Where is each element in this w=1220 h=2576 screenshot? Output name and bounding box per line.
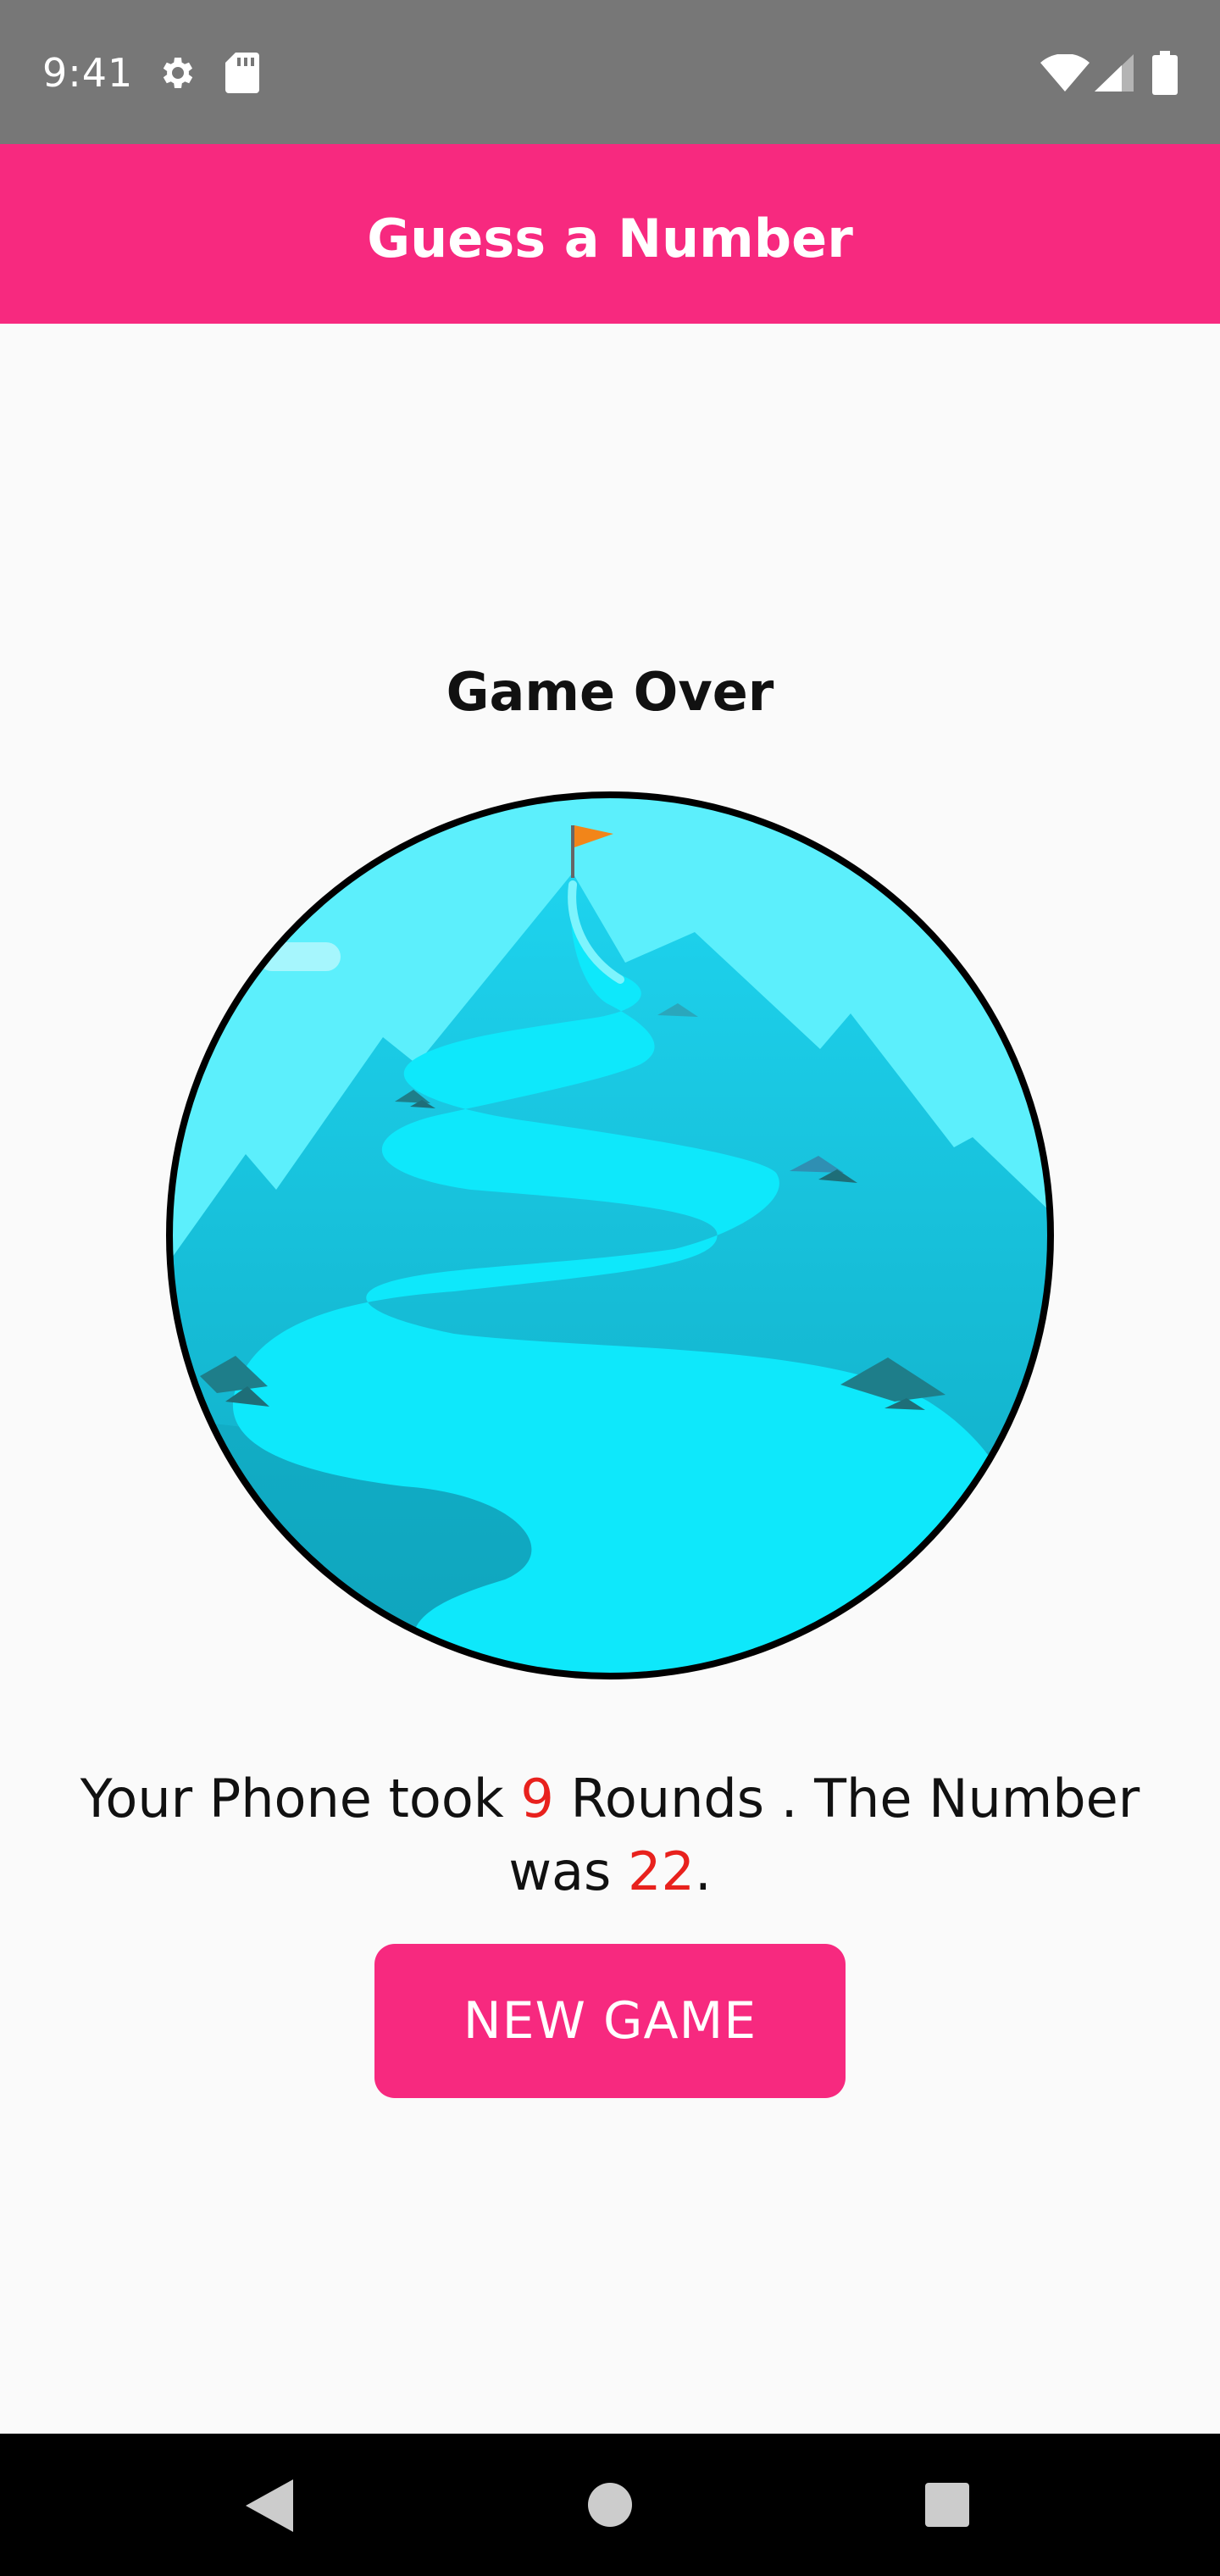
rounds-count: 9 <box>520 1768 554 1829</box>
signal-icon <box>1095 54 1134 92</box>
game-over-title: Game Over <box>446 661 774 723</box>
result-prefix: Your Phone took <box>80 1768 521 1829</box>
gear-icon <box>163 58 193 88</box>
home-icon[interactable] <box>586 2481 634 2529</box>
target-number: 22 <box>628 1840 695 1902</box>
result-middle: Rounds . The Number was <box>508 1768 1140 1902</box>
status-time: 9:41 <box>42 50 134 96</box>
app-title: Guess a Number <box>367 207 853 269</box>
result-text: Your Phone took 9 Rounds . The Number wa… <box>25 1763 1195 1908</box>
back-icon[interactable] <box>246 2479 293 2532</box>
result-suffix: . <box>694 1840 712 1902</box>
sd-card-icon <box>225 53 259 93</box>
app-bar: Guess a Number <box>0 144 1220 324</box>
status-bar: 9:41 <box>0 0 1220 144</box>
recents-icon[interactable] <box>925 2483 969 2527</box>
new-game-button[interactable]: NEW GAME <box>374 1944 846 2098</box>
wifi-icon <box>1040 54 1090 92</box>
battery-icon <box>1152 51 1178 95</box>
mountain-summit-illustration <box>166 791 1054 1679</box>
